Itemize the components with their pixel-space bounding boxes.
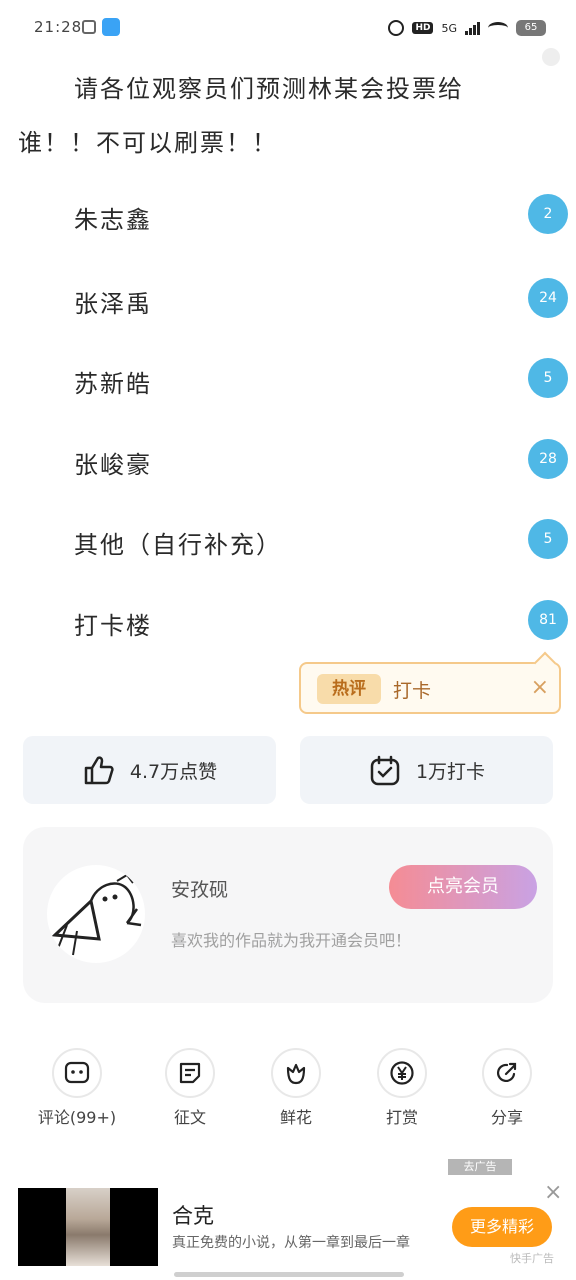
poll-option-label: 其他（自行补充） xyxy=(74,531,282,559)
close-icon[interactable]: × xyxy=(544,1180,562,1205)
thumbs-up-icon xyxy=(84,756,114,785)
scroll-indicator xyxy=(542,48,560,66)
yen-icon xyxy=(377,1048,427,1098)
poll-option[interactable]: 张泽禹 24 xyxy=(74,276,568,320)
poll-option[interactable]: 张峻豪 28 xyxy=(74,437,568,481)
avatar-drawing xyxy=(51,873,142,956)
poll-count-badge: 24 xyxy=(528,278,568,318)
post-title: 请各位观察员们预测林某会投票给谁！！不可以刷票！！ xyxy=(18,75,464,157)
status-time: 21:28 xyxy=(34,18,83,36)
reward-button[interactable]: 打赏 xyxy=(352,1048,452,1128)
poll-count-badge: 28 xyxy=(528,439,568,479)
checkin-count: 1万打卡 xyxy=(415,760,486,783)
status-indicators: HD 5G 65 xyxy=(388,20,546,36)
share-button[interactable]: 分享 xyxy=(457,1048,557,1128)
like-button[interactable]: 4.7万点赞 xyxy=(23,736,276,804)
flower-label: 鲜花 xyxy=(279,1108,312,1127)
author-avatar[interactable] xyxy=(47,865,145,963)
document-icon xyxy=(165,1048,215,1098)
poll-option-label: 张峻豪 xyxy=(74,451,152,479)
poll-count-badge: 5 xyxy=(528,358,568,398)
battery-icon: 65 xyxy=(516,20,546,36)
hot-comment-text: 打卡 xyxy=(393,680,432,702)
poll-count-badge: 81 xyxy=(528,600,568,640)
ad-title: 合克 xyxy=(172,1204,214,1228)
ad-thumbnail-image xyxy=(66,1188,110,1266)
ad-description: 真正免费的小说，从第一章到最后一章 xyxy=(172,1235,410,1251)
comment-button[interactable]: 评论(99+) xyxy=(27,1048,127,1128)
poll-option-label: 朱志鑫 xyxy=(74,206,152,234)
reward-label: 打赏 xyxy=(385,1108,418,1127)
poll-count-badge: 2 xyxy=(528,194,568,234)
ad-source-label: 快手广告 xyxy=(510,1252,554,1265)
network-type: 5G xyxy=(441,21,457,35)
poll-option[interactable]: 苏新皓 5 xyxy=(74,356,568,400)
app-notification-icon xyxy=(102,18,120,36)
remove-ad-badge[interactable]: 去广告 xyxy=(448,1159,512,1175)
essay-button[interactable]: 征文 xyxy=(140,1048,240,1128)
poll-option[interactable]: 打卡楼 81 xyxy=(74,598,568,642)
notification-icon xyxy=(82,20,96,34)
share-label: 分享 xyxy=(490,1108,523,1127)
flower-button[interactable]: 鲜花 xyxy=(246,1048,346,1128)
poll-option[interactable]: 其他（自行补充） 5 xyxy=(74,517,568,561)
activate-membership-button[interactable]: 点亮会员 xyxy=(389,865,537,909)
ad-thumbnail[interactable] xyxy=(18,1188,158,1266)
poll-option[interactable]: 朱志鑫 2 xyxy=(74,192,568,236)
hd-badge: HD xyxy=(412,22,434,34)
membership-description: 喜欢我的作品就为我开通会员吧！ xyxy=(171,931,412,950)
ad-banner[interactable]: 合克 真正免费的小说，从第一章到最后一章 更多精彩 × 快手广告 xyxy=(0,1176,576,1280)
hot-comment-tag: 热评 xyxy=(317,674,381,704)
comment-label: 评论(99+) xyxy=(37,1108,117,1127)
status-app-icons xyxy=(82,18,120,36)
member-card: 安孜砚 点亮会员 喜欢我的作品就为我开通会员吧！ xyxy=(23,827,553,1003)
poll-count-badge: 5 xyxy=(528,519,568,559)
author-name[interactable]: 安孜砚 xyxy=(171,875,228,902)
hot-comment-bubble[interactable]: 热评 打卡 × xyxy=(299,662,561,714)
poll-option-label: 苏新皓 xyxy=(74,370,152,398)
like-count: 4.7万点赞 xyxy=(129,760,218,783)
wifi-icon xyxy=(488,22,508,34)
poll-option-label: 张泽禹 xyxy=(74,290,152,318)
poll-option-label: 打卡楼 xyxy=(74,612,152,640)
flower-icon xyxy=(271,1048,321,1098)
ad-cta-button[interactable]: 更多精彩 xyxy=(452,1207,552,1247)
comment-icon xyxy=(52,1048,102,1098)
share-icon xyxy=(482,1048,532,1098)
alarm-icon xyxy=(388,20,405,36)
checkin-button[interactable]: 1万打卡 xyxy=(300,736,553,804)
signal-icon xyxy=(465,21,480,35)
status-bar: 21:28 HD 5G 65 xyxy=(0,0,576,62)
home-indicator[interactable] xyxy=(174,1272,404,1277)
calendar-check-icon xyxy=(370,755,400,786)
close-icon[interactable]: × xyxy=(531,676,549,700)
essay-label: 征文 xyxy=(173,1108,206,1127)
